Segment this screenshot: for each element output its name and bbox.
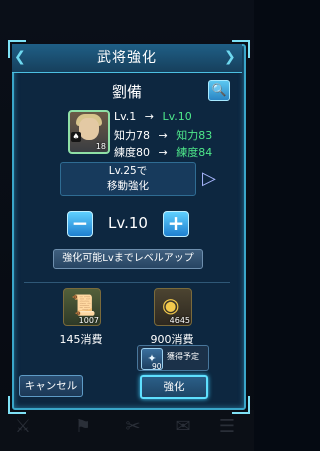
coin-icon: ◉ (162, 293, 180, 317)
nav-icon-1: ⚔ (14, 416, 32, 437)
nav-icon-3: ✂ (125, 416, 141, 437)
next-page-arrow-icon[interactable]: ▷ (202, 168, 216, 189)
scroll-icon: 📜 (71, 293, 96, 317)
scroll-item[interactable]: 📜 1007 (63, 288, 101, 326)
evolution-info-line2: 移動強化 (107, 180, 149, 192)
search-button[interactable]: 🔍 (208, 80, 230, 101)
level-increase-button[interactable]: + (163, 211, 189, 237)
cancel-button[interactable]: キャンセル (19, 375, 83, 397)
title-wing-left-icon: ❮ (14, 49, 26, 65)
coin-item[interactable]: ◉ 4645 (154, 288, 192, 326)
corner-ornament (8, 396, 26, 414)
stat-intelligence-from: 知力78 (114, 129, 150, 142)
portrait-face (79, 118, 99, 140)
nav-icon-2: ⚑ (74, 416, 92, 437)
max-levelup-button[interactable]: 強化可能Lvまでレベルアップ (53, 249, 203, 269)
stat-level-to: Lv.10 (162, 110, 192, 123)
dialog-title: 武将強化 (12, 44, 242, 73)
portrait-number: 18 (95, 142, 106, 151)
evolution-info-box: Lv.25で 移動強化 (60, 162, 196, 196)
arrow-icon: → (158, 129, 168, 142)
stat-training-row: 練度80 → 練度84 (114, 144, 212, 160)
nav-icon-5: ☰ (218, 416, 236, 437)
stat-intelligence-to: 知力83 (176, 129, 213, 142)
gain-count: 90 (152, 362, 162, 371)
stat-training-from: 練度80 (114, 146, 150, 159)
spade-badge-icon: ♠ (71, 132, 81, 142)
coin-owned-count: 4645 (169, 316, 190, 325)
scroll-owned-count: 1007 (78, 316, 99, 325)
stat-training-to: 練度84 (176, 146, 213, 159)
level-decrease-button[interactable]: − (67, 211, 93, 237)
arrow-icon: → (158, 146, 168, 159)
section-divider (24, 282, 230, 283)
scroll-cost: 145消費 (59, 333, 103, 346)
corner-ornament (232, 396, 250, 414)
stat-intelligence-row: 知力78 → 知力83 (114, 127, 212, 143)
search-icon: 🔍 (211, 83, 227, 97)
bottom-nav-bar: ⚔ ⚑ ✂ ✉ ☰ (0, 410, 254, 451)
evolution-info-line1: Lv.25で (108, 165, 148, 177)
nav-icon-4: ✉ (175, 416, 191, 437)
arrow-icon: → (144, 110, 154, 123)
title-wing-right-icon: ❯ (224, 49, 236, 65)
enhance-button[interactable]: 強化 (140, 375, 208, 399)
stat-level-from: Lv.1 (114, 110, 137, 123)
stat-level-row: Lv.1 → Lv.10 (114, 110, 192, 123)
target-level: Lv.10 (108, 214, 148, 232)
gain-label: 獲得予定 (167, 352, 199, 361)
general-portrait[interactable]: ♠ 18 (68, 110, 110, 154)
